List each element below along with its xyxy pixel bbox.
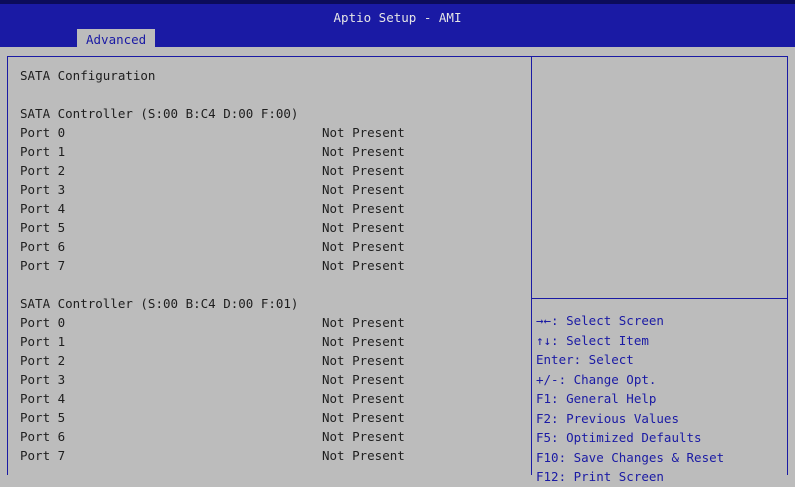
port-label: Port 5 xyxy=(20,410,66,425)
port-row: Port 5 Not Present xyxy=(20,218,520,237)
port-row: Port 7 Not Present xyxy=(20,446,520,465)
port-label: Port 7 xyxy=(20,258,66,273)
port-row: Port 2 Not Present xyxy=(20,161,520,180)
panel-divider xyxy=(531,56,532,475)
port-label: Port 4 xyxy=(20,201,66,216)
tab-advanced[interactable]: Advanced xyxy=(77,29,156,51)
page-title: SATA Configuration xyxy=(20,68,156,83)
port-status: Not Present xyxy=(322,258,405,273)
port-row: Port 0 Not Present xyxy=(20,123,520,142)
port-status: Not Present xyxy=(322,182,405,197)
port-status: Not Present xyxy=(322,448,405,463)
port-label: Port 1 xyxy=(20,334,66,349)
port-row: Port 2 Not Present xyxy=(20,351,520,370)
port-status: Not Present xyxy=(322,144,405,159)
port-label: Port 1 xyxy=(20,144,66,159)
port-row: Port 0 Not Present xyxy=(20,313,520,332)
help-print-screen: F12: Print Screen xyxy=(536,469,664,484)
settings-panel: SATA Configuration SATA Controller (S:00… xyxy=(20,66,520,465)
port-label: Port 6 xyxy=(20,429,66,444)
port-status: Not Present xyxy=(322,334,405,349)
port-row: Port 1 Not Present xyxy=(20,332,520,351)
port-status: Not Present xyxy=(322,163,405,178)
port-status: Not Present xyxy=(322,315,405,330)
help-save-reset: F10: Save Changes & Reset xyxy=(536,449,725,465)
port-label: Port 0 xyxy=(20,315,66,330)
port-row: Port 7 Not Present xyxy=(20,256,520,275)
controller-header: SATA Controller (S:00 B:C4 D:00 F:01) xyxy=(20,296,299,311)
port-row: Port 4 Not Present xyxy=(20,199,520,218)
help-divider xyxy=(532,298,788,299)
port-label: Port 3 xyxy=(20,182,66,197)
help-general-help: F1: General Help xyxy=(536,391,657,406)
port-status: Not Present xyxy=(322,391,405,406)
help-enter-select: Enter: Select xyxy=(536,352,634,367)
port-status: Not Present xyxy=(322,410,405,425)
port-row: Port 3 Not Present xyxy=(20,370,520,389)
port-status: Not Present xyxy=(322,429,405,444)
port-status: Not Present xyxy=(322,239,405,254)
port-label: Port 5 xyxy=(20,220,66,235)
port-label: Port 3 xyxy=(20,372,66,387)
help-change-opt: +/-: Change Opt. xyxy=(536,371,657,387)
port-label: Port 2 xyxy=(20,163,66,178)
port-label: Port 2 xyxy=(20,353,66,368)
port-status: Not Present xyxy=(322,372,405,387)
port-row: Port 1 Not Present xyxy=(20,142,520,161)
port-label: Port 0 xyxy=(20,125,66,140)
port-status: Not Present xyxy=(322,220,405,235)
help-previous-values: F2: Previous Values xyxy=(536,410,679,426)
port-label: Port 4 xyxy=(20,391,66,406)
app-title: Aptio Setup - AMI xyxy=(333,10,462,25)
port-label: Port 6 xyxy=(20,239,66,254)
port-status: Not Present xyxy=(322,201,405,216)
port-label: Port 7 xyxy=(20,448,66,463)
port-row: Port 4 Not Present xyxy=(20,389,520,408)
port-status: Not Present xyxy=(322,353,405,368)
port-row: Port 3 Not Present xyxy=(20,180,520,199)
help-select-item: ↑↓: Select Item xyxy=(536,332,649,348)
key-help-panel: →←: Select Screen ↑↓: Select Item Enter:… xyxy=(536,311,724,487)
help-select-screen: →←: Select Screen xyxy=(536,313,664,328)
port-status: Not Present xyxy=(322,125,405,140)
port-row: Port 6 Not Present xyxy=(20,237,520,256)
help-optimized-defaults: F5: Optimized Defaults xyxy=(536,430,702,445)
controller-header: SATA Controller (S:00 B:C4 D:00 F:00) xyxy=(20,106,299,121)
port-row: Port 6 Not Present xyxy=(20,427,520,446)
header-bar: Aptio Setup - AMI Advanced xyxy=(0,0,795,51)
port-row: Port 5 Not Present xyxy=(20,408,520,427)
